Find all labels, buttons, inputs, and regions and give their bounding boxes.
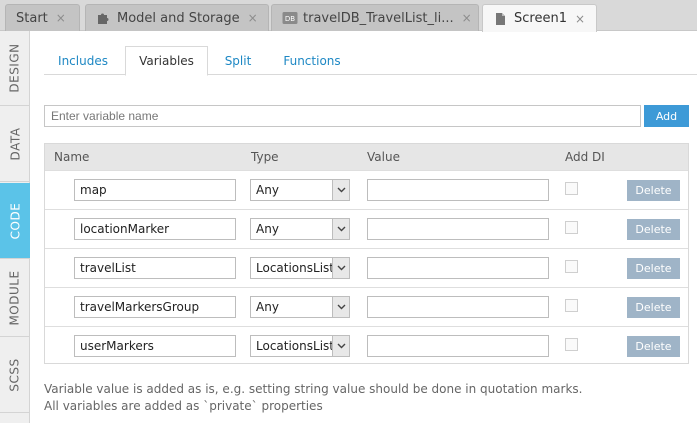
close-icon[interactable]: × — [462, 11, 472, 25]
tab-functions[interactable]: Functions — [270, 46, 354, 75]
svg-text:DB: DB — [285, 15, 295, 23]
file-tab-label: travelDB_TravelList_li... — [303, 10, 454, 26]
chevron-down-icon — [332, 336, 349, 356]
side-tab-scss[interactable]: SCSS — [0, 337, 30, 413]
column-header-name: Name — [54, 150, 90, 164]
delete-button[interactable]: Delete — [627, 297, 680, 318]
column-header-type: Type — [251, 150, 279, 164]
add-di-checkbox[interactable] — [565, 221, 578, 234]
chevron-down-icon — [332, 219, 349, 239]
table-row: LocationsList Delete — [45, 326, 688, 365]
file-tab-bar: Start × Model and Storage × DB travelDB_… — [0, 0, 697, 32]
puzzle-icon — [96, 11, 110, 25]
tab-includes[interactable]: Includes — [44, 46, 122, 75]
side-tab-design[interactable]: DESIGN — [0, 31, 30, 106]
side-tab-data[interactable]: DATA — [0, 106, 30, 182]
side-tab-module[interactable]: MODULE — [0, 259, 30, 337]
variable-value-field[interactable] — [367, 296, 549, 318]
tab-split[interactable]: Split — [210, 46, 266, 75]
variable-type-select[interactable]: Any — [250, 218, 350, 240]
table-row: Any Delete — [45, 209, 688, 248]
variable-value-field[interactable] — [367, 218, 549, 240]
file-tab-label: Screen1 — [514, 11, 567, 26]
variable-type-value: Any — [256, 300, 279, 314]
variable-name-field[interactable] — [74, 257, 236, 279]
add-di-checkbox[interactable] — [565, 338, 578, 351]
file-tab-model-and-storage[interactable]: Model and Storage × — [85, 4, 269, 31]
variables-table: Name Type Value Add DI Any Delete Any De… — [44, 143, 689, 364]
variable-name-field[interactable] — [74, 218, 236, 240]
file-tab-screen1[interactable]: Screen1 × — [482, 4, 597, 32]
help-note-value: Variable value is added as is, e.g. sett… — [44, 382, 583, 396]
add-di-checkbox[interactable] — [565, 260, 578, 273]
chevron-down-icon — [332, 297, 349, 317]
table-row: Any Delete — [45, 170, 688, 209]
delete-button[interactable]: Delete — [627, 258, 680, 279]
file-icon — [493, 12, 507, 26]
variable-name-field[interactable] — [74, 179, 236, 201]
variable-value-field[interactable] — [367, 179, 549, 201]
variable-type-value: Any — [256, 222, 279, 236]
side-tab-label: MODULE — [8, 269, 22, 326]
tab-variables[interactable]: Variables — [125, 46, 208, 76]
code-subtabs: Includes Variables Split Functions — [44, 46, 697, 76]
variable-name-field[interactable] — [74, 296, 236, 318]
variable-value-field[interactable] — [367, 335, 549, 357]
add-di-checkbox[interactable] — [565, 299, 578, 312]
add-variable-button[interactable]: Add — [644, 105, 689, 127]
side-panel-tabs: DESIGN DATA CODE MODULE SCSS — [0, 31, 30, 423]
database-icon: DB — [282, 11, 298, 25]
close-icon[interactable]: × — [575, 12, 585, 26]
column-header-value: Value — [367, 150, 400, 164]
add-di-checkbox[interactable] — [565, 182, 578, 195]
column-header-add-di: Add DI — [565, 150, 605, 164]
variable-type-select[interactable]: LocationsList — [250, 335, 350, 357]
side-tab-label: CODE — [8, 202, 22, 239]
variable-type-value: LocationsList — [256, 339, 334, 353]
close-icon[interactable]: × — [56, 11, 66, 25]
variable-type-select[interactable]: Any — [250, 179, 350, 201]
variable-type-value: LocationsList — [256, 261, 334, 275]
variable-name-field[interactable] — [74, 335, 236, 357]
side-tab-label: DATA — [8, 127, 23, 160]
file-tab-label: Model and Storage — [117, 10, 240, 26]
help-note-private: All variables are added as `private` pro… — [44, 399, 323, 413]
side-tab-label: DESIGN — [8, 43, 23, 93]
file-tab-start[interactable]: Start × — [5, 4, 80, 31]
variable-type-value: Any — [256, 183, 279, 197]
chevron-down-icon — [332, 258, 349, 278]
chevron-down-icon — [332, 180, 349, 200]
table-row: LocationsList Delete — [45, 248, 688, 287]
side-tab-label: SCSS — [8, 357, 23, 392]
variable-type-select[interactable]: LocationsList — [250, 257, 350, 279]
delete-button[interactable]: Delete — [627, 336, 680, 357]
table-row: Any Delete — [45, 287, 688, 326]
side-tab-code[interactable]: CODE — [0, 183, 30, 259]
variable-value-field[interactable] — [367, 257, 549, 279]
delete-button[interactable]: Delete — [627, 180, 680, 201]
table-header: Name Type Value Add DI — [45, 144, 688, 170]
variable-name-input[interactable] — [44, 105, 641, 127]
file-tab-label: Start — [16, 10, 48, 26]
delete-button[interactable]: Delete — [627, 219, 680, 240]
variable-type-select[interactable]: Any — [250, 296, 350, 318]
close-icon[interactable]: × — [248, 11, 258, 25]
file-tab-traveldb[interactable]: DB travelDB_TravelList_li... × — [271, 4, 479, 31]
